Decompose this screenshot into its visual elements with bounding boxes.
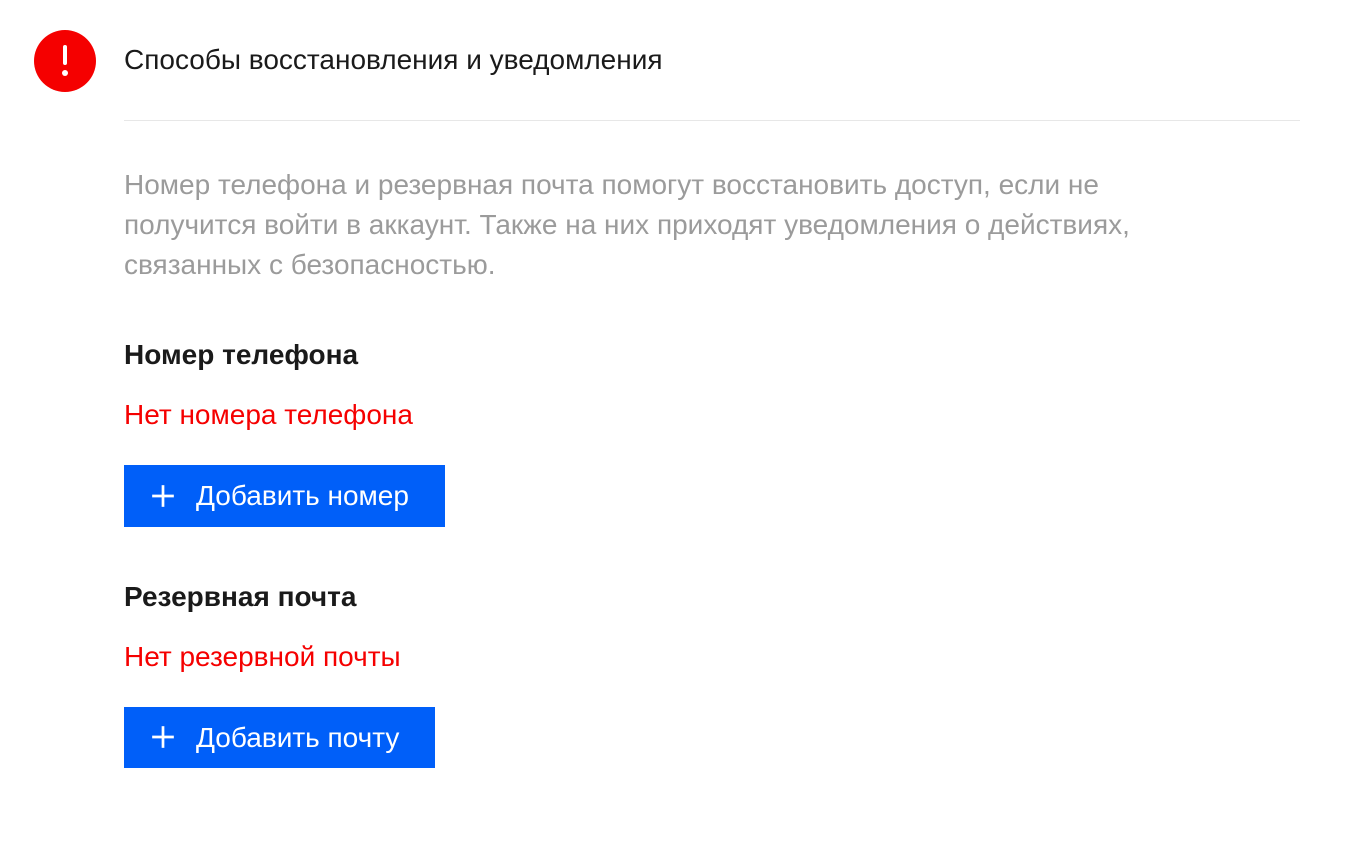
add-email-button-label: Добавить почту (196, 721, 399, 755)
add-phone-button[interactable]: Добавить номер (124, 465, 445, 527)
add-email-button[interactable]: Добавить почту (124, 707, 435, 769)
plus-icon (150, 724, 176, 750)
email-block: Резервная почта Нет резервной почты Доба… (124, 581, 1300, 769)
email-heading: Резервная почта (124, 581, 1300, 613)
phone-block: Номер телефона Нет номера телефона Добав… (124, 339, 1300, 527)
email-status: Нет резервной почты (124, 641, 1300, 673)
section-title: Способы восстановления и уведомления (124, 30, 1300, 121)
phone-heading: Номер телефона (124, 339, 1300, 371)
recovery-section: Способы восстановления и уведомления Ном… (34, 30, 1348, 768)
section-content: Способы восстановления и уведомления Ном… (124, 30, 1334, 768)
plus-icon (150, 483, 176, 509)
add-phone-button-label: Добавить номер (196, 479, 409, 513)
section-description: Номер телефона и резервная почта помогут… (124, 165, 1224, 285)
alert-icon (34, 30, 96, 92)
phone-status: Нет номера телефона (124, 399, 1300, 431)
